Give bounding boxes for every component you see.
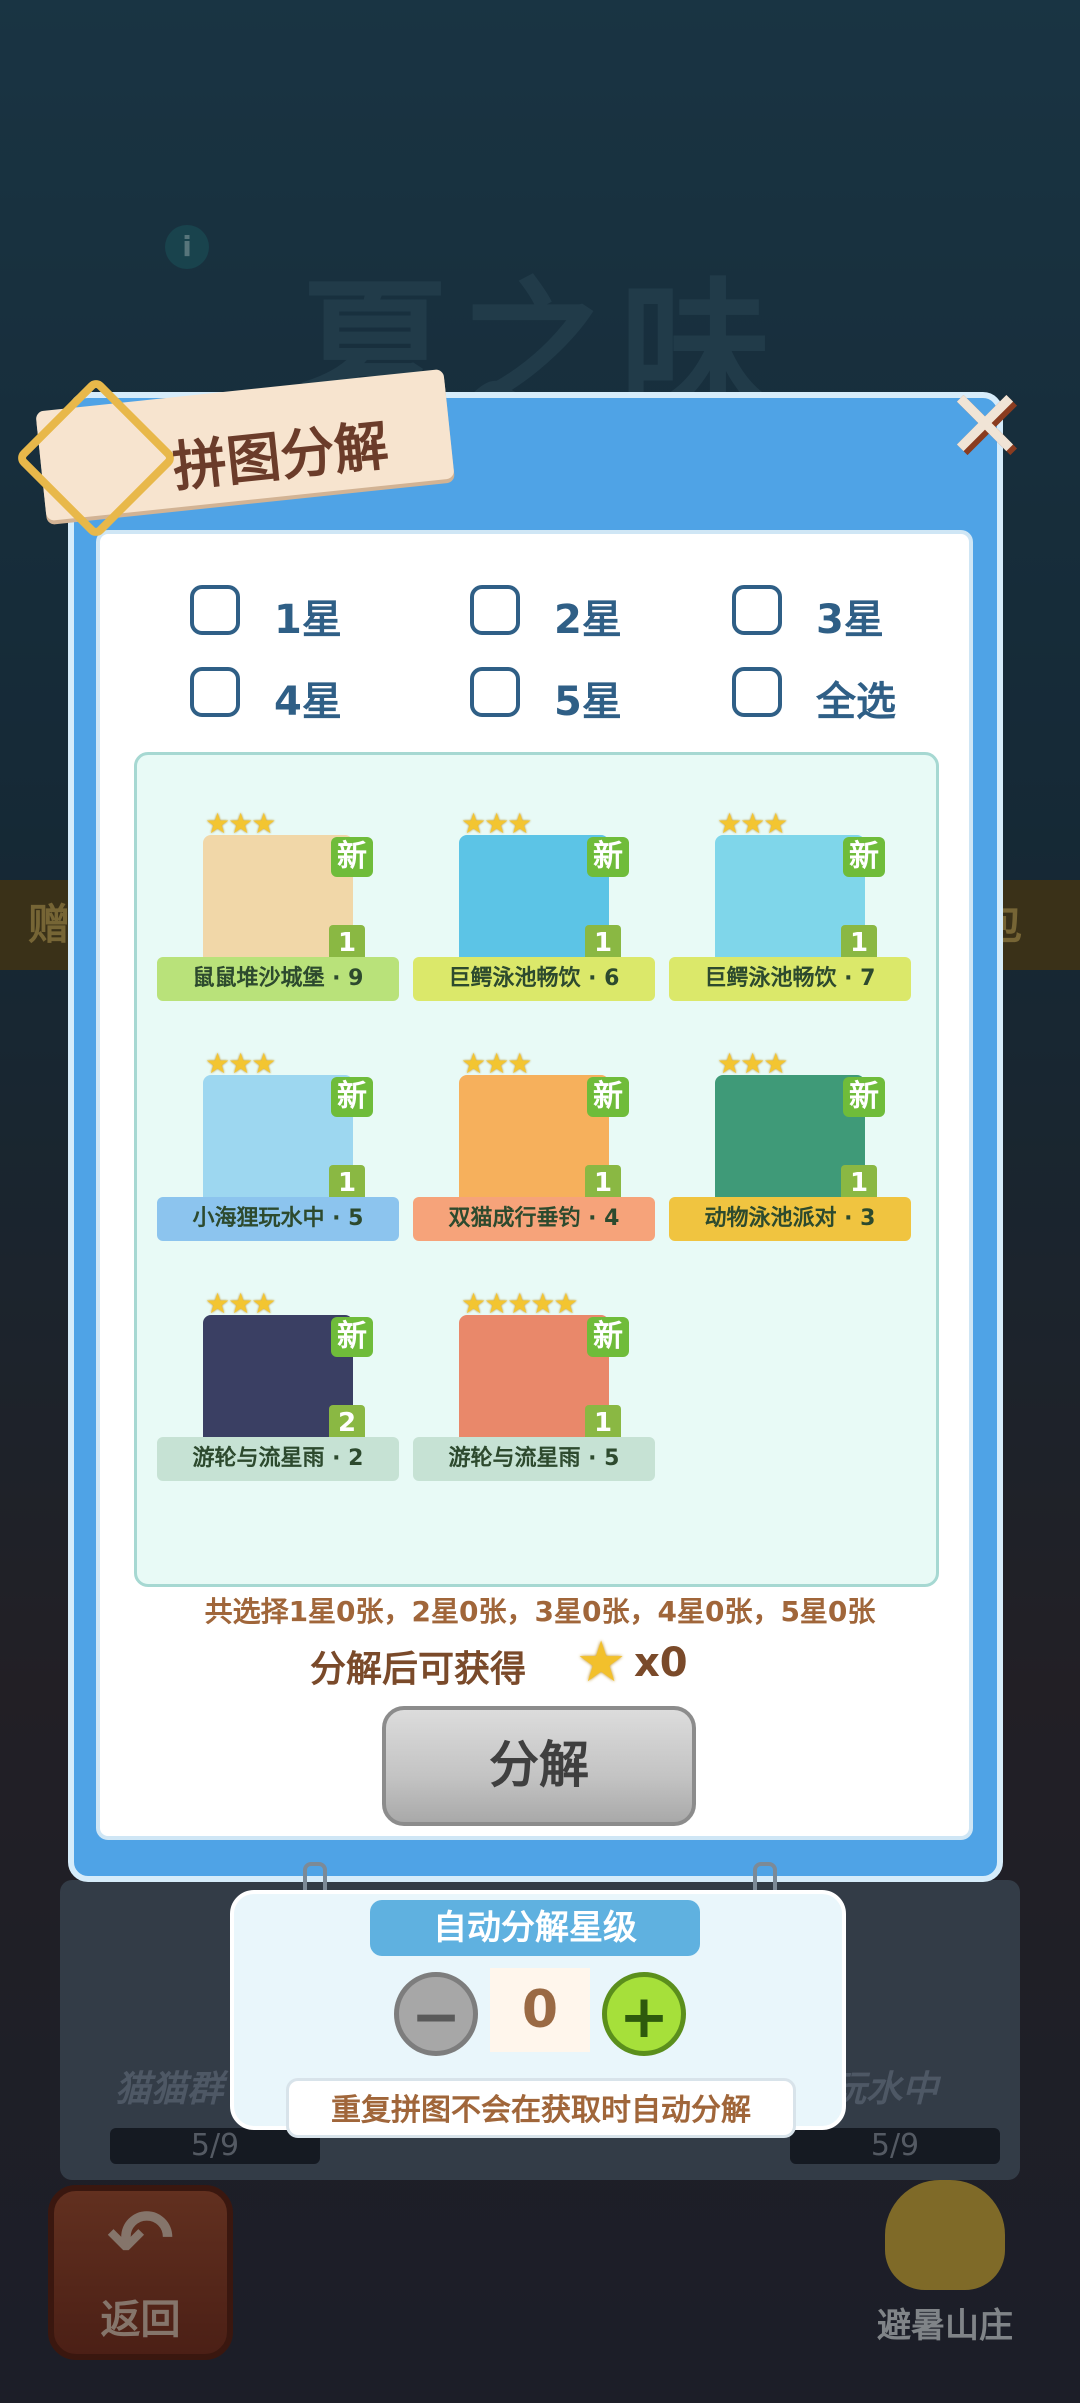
count-badge: 1 <box>841 1165 877 1201</box>
new-badge: 新 <box>587 1317 629 1357</box>
puzzle-piece[interactable]: ★★★ 新 2 游轮与流星雨 · 2 <box>153 1257 403 1497</box>
puzzle-piece[interactable]: ★★★ 新 1 双猫成行垂钓 · 4 <box>409 1017 659 1257</box>
decompose-button[interactable]: 分解 <box>382 1706 696 1826</box>
star-filters: 1星 2星 3星 4星 5星 全选 <box>180 575 940 735</box>
new-badge: 新 <box>843 1077 885 1117</box>
count-badge: 1 <box>585 925 621 961</box>
piece-name: 巨鳄泳池畅饮 · 7 <box>669 957 911 1001</box>
new-badge: 新 <box>331 837 373 877</box>
new-badge: 新 <box>587 837 629 877</box>
count-badge: 1 <box>329 925 365 961</box>
star-icon: ★ <box>576 1630 627 1695</box>
checkbox[interactable] <box>470 667 520 717</box>
count-badge: 1 <box>585 1165 621 1201</box>
filter-label: 4星 <box>274 679 342 725</box>
count-badge: 2 <box>329 1405 365 1441</box>
filter-label: 全选 <box>816 679 896 725</box>
piece-stars: ★★★ <box>461 807 532 840</box>
filter-label: 3星 <box>816 597 884 643</box>
filter-label: 5星 <box>554 679 622 725</box>
piece-name: 巨鳄泳池畅饮 · 6 <box>413 957 655 1001</box>
piece-name: 游轮与流星雨 · 5 <box>413 1437 655 1481</box>
close-button[interactable]: ✕ <box>940 377 1030 473</box>
level-value: 0 <box>490 1968 590 2052</box>
piece-stars: ★★★ <box>717 1047 788 1080</box>
puzzle-piece[interactable]: ★★★ 新 1 动物泳池派对 · 3 <box>665 1017 915 1257</box>
puzzle-piece[interactable]: ★★★ 新 1 巨鳄泳池畅饮 · 7 <box>665 777 915 1017</box>
count-badge: 1 <box>585 1405 621 1441</box>
piece-stars: ★★★ <box>461 1047 532 1080</box>
piece-name: 双猫成行垂钓 · 4 <box>413 1197 655 1241</box>
piece-stars: ★★★ <box>717 807 788 840</box>
piece-stars: ★★★ <box>205 1287 276 1320</box>
auto-decompose-note: 重复拼图不会在获取时自动分解 <box>286 2078 796 2138</box>
piece-stars: ★★★★★ <box>461 1287 579 1320</box>
puzzle-piece[interactable]: ★★★ 新 1 巨鳄泳池畅饮 · 6 <box>409 777 659 1017</box>
count-badge: 1 <box>329 1165 365 1201</box>
piece-stars: ★★★ <box>205 1047 276 1080</box>
puzzle-piece[interactable]: ★★★★★ 新 1 游轮与流星雨 · 5 <box>409 1257 659 1497</box>
puzzle-grid: ★★★ 新 1 鼠鼠堆沙城堡 · 9 ★★★ 新 1 巨鳄泳池畅饮 · 6 ★★★ 新 1 巨鳄泳… <box>134 752 939 1587</box>
new-badge: 新 <box>331 1317 373 1357</box>
piece-stars: ★★★ <box>205 807 276 840</box>
checkbox[interactable] <box>190 667 240 717</box>
checkbox[interactable] <box>732 585 782 635</box>
count-badge: 1 <box>841 925 877 961</box>
filter-label: 1星 <box>274 597 342 643</box>
piece-name: 游轮与流星雨 · 2 <box>157 1437 399 1481</box>
piece-name: 小海狸玩水中 · 5 <box>157 1197 399 1241</box>
minus-button[interactable]: − <box>394 1972 478 2056</box>
puzzle-piece[interactable]: ★★★ 新 1 鼠鼠堆沙城堡 · 9 <box>153 777 403 1017</box>
selection-summary: 共选择1星0张，2星0张，3星0张，4星0张，5星0张 <box>204 1595 876 1628</box>
puzzle-piece[interactable]: ★★★ 新 1 小海狸玩水中 · 5 <box>153 1017 403 1257</box>
piece-name: 动物泳池派对 · 3 <box>669 1197 911 1241</box>
reward-count: x0 <box>634 1640 688 1686</box>
new-badge: 新 <box>331 1077 373 1117</box>
new-badge: 新 <box>587 1077 629 1117</box>
reward-label: 分解后可获得 <box>310 1649 527 1690</box>
checkbox[interactable] <box>470 585 520 635</box>
auto-decompose-title: 自动分解星级 <box>370 1900 700 1956</box>
plus-button[interactable]: + <box>602 1972 686 2056</box>
checkbox[interactable] <box>732 667 782 717</box>
checkbox[interactable] <box>190 585 240 635</box>
new-badge: 新 <box>843 837 885 877</box>
piece-name: 鼠鼠堆沙城堡 · 9 <box>157 957 399 1001</box>
filter-label: 2星 <box>554 597 622 643</box>
